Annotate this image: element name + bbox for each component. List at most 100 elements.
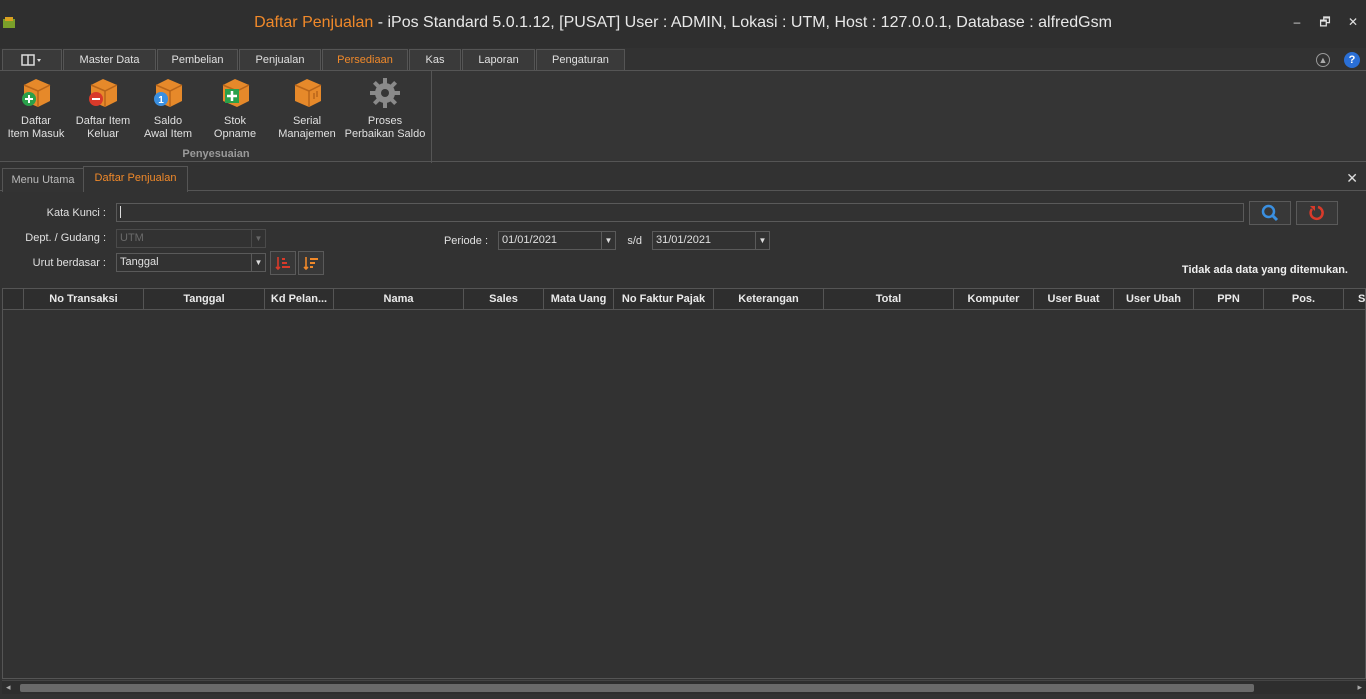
column-header[interactable]: S [1344,289,1365,309]
close-tab-icon[interactable]: ✕ [1346,170,1358,187]
ribbon-tabs: Master Data Pembelian Penjualan Persedia… [0,49,1366,71]
minimize-button[interactable]: – [1290,14,1304,30]
ribbon-button-label: Item Masuk [7,128,65,140]
horizontal-scrollbar[interactable]: ◂ ▸ [2,680,1366,694]
app-menu-button[interactable] [2,49,62,71]
periode-to-value: 31/01/2021 [656,234,712,246]
help-icon[interactable]: ? [1344,52,1360,68]
ribbon-button-label: Proses [367,115,403,127]
saldo-awal-item-button[interactable]: 1 Saldo Awal Item [140,75,196,141]
search-button[interactable] [1249,201,1291,225]
urut-berdasar-label: Urut berdasar : [32,257,106,269]
ribbon-button-label: Awal Item [143,128,193,140]
ribbon-panel: Daftar Item Masuk Daftar Item Keluar 1 S… [0,70,1366,163]
tab-penjualan[interactable]: Penjualan [239,49,321,71]
tab-persediaan[interactable]: Persediaan [322,49,408,71]
box-number-icon: 1 [154,79,183,107]
serial-manajemen-button[interactable]: Serial Manajemen [276,75,338,141]
urut-berdasar-select[interactable]: Tanggal ▼ [116,253,266,272]
periode-from-date[interactable]: 01/01/2021 ▼ [498,231,616,250]
sales-table[interactable]: No Transaksi Tanggal Kd Pelan... Nama Sa… [2,288,1366,679]
column-header[interactable]: Tanggal [144,289,265,309]
reset-button[interactable] [1296,201,1338,225]
sort-ascending-icon [275,257,290,271]
tab-menu-utama[interactable]: Menu Utama [2,168,84,192]
column-header[interactable]: Kd Pelan... [265,289,334,309]
column-header[interactable]: PPN [1194,289,1264,309]
document-tabs: Menu Utama Daftar Penjualan ✕ [0,166,1366,192]
dept-gudang-value: UTM [120,232,144,244]
chevron-down-icon[interactable]: ▼ [601,232,615,249]
ribbon-button-label: Stok Opname [213,115,257,140]
ribbon-button-label: Serial [292,115,322,127]
column-header[interactable]: Sales [464,289,544,309]
tab-pembelian[interactable]: Pembelian [157,49,238,71]
window-title-app: - iPos Standard 5.0.1.12, [PUSAT] User :… [373,14,1112,31]
column-header[interactable]: User Ubah [1114,289,1194,309]
tab-master-data[interactable]: Master Data [63,49,156,71]
sort-descending-button[interactable] [298,251,324,275]
collapse-ribbon-icon[interactable]: ▲ [1316,53,1330,67]
sd-label: s/d [627,235,642,247]
column-header[interactable]: No Transaksi [24,289,144,309]
app-menu-icon [21,54,41,66]
daftar-item-masuk-button[interactable]: Daftar Item Masuk [6,75,66,141]
status-message: Tidak ada data yang ditemukan. [1181,264,1348,276]
svg-text:1: 1 [158,95,164,106]
ribbon-button-label: Daftar Item [75,115,131,127]
periode-label: Periode : [443,235,488,247]
window-title-doc: Daftar Penjualan [254,14,374,31]
refresh-icon [1309,205,1324,221]
column-header[interactable]: Keterangan [714,289,824,309]
gear-icon [370,78,400,108]
ribbon-button-label: Daftar [21,115,51,127]
tab-daftar-penjualan[interactable]: Daftar Penjualan [83,166,188,192]
scrollbar-thumb[interactable] [20,684,1254,692]
tab-laporan[interactable]: Laporan [462,49,535,71]
periode-from-value: 01/01/2021 [502,234,558,246]
sort-descending-icon [303,257,318,271]
column-header[interactable]: No Faktur Pajak [614,289,714,309]
title-bar: Daftar Penjualan - iPos Standard 5.0.1.1… [0,0,1366,48]
proses-perbaikan-saldo-button[interactable]: Proses Perbaikan Saldo [344,75,426,141]
column-header[interactable]: User Buat [1034,289,1114,309]
urut-berdasar-value: Tanggal [120,256,159,268]
tab-pengaturan[interactable]: Pengaturan [536,49,625,71]
column-header[interactable]: Total [824,289,954,309]
ribbon-button-label: Saldo [153,115,183,127]
ribbon-button-label: Manajemen [278,128,336,140]
table-header: No Transaksi Tanggal Kd Pelan... Nama Sa… [3,289,1365,310]
ribbon-button-label: Keluar [87,128,119,140]
column-header[interactable]: Mata Uang [544,289,614,309]
search-icon [1261,204,1279,222]
sort-ascending-button[interactable] [270,251,296,275]
periode-to-date[interactable]: 31/01/2021 ▼ [652,231,770,250]
chevron-down-icon[interactable]: ▼ [251,254,265,271]
box-plus-icon [222,79,250,107]
row-indicator-header [3,289,24,309]
box-remove-icon [89,79,118,107]
chevron-down-icon: ▼ [251,230,265,247]
ribbon-group-penyesuaian: Daftar Item Masuk Daftar Item Keluar 1 S… [0,71,432,163]
ribbon-group-label: Penyesuaian [182,148,250,160]
text-cursor [120,206,121,219]
restore-button[interactable]: 🗗 [1318,14,1332,30]
scroll-right-icon[interactable]: ▸ [1357,682,1362,693]
window-title: Daftar Penjualan - iPos Standard 5.0.1.1… [0,14,1366,32]
box-add-icon [22,79,51,107]
column-header[interactable]: Nama [334,289,464,309]
column-header[interactable]: Komputer [954,289,1034,309]
dept-gudang-select: UTM ▼ [116,229,266,248]
kata-kunci-input[interactable] [116,203,1244,222]
column-header[interactable]: Pos. [1264,289,1344,309]
close-button[interactable]: ✕ [1346,14,1360,30]
daftar-item-keluar-button[interactable]: Daftar Item Keluar [72,75,134,141]
kata-kunci-label: Kata Kunci : [46,207,106,219]
ribbon-button-label: Perbaikan Saldo [344,128,426,140]
chevron-down-icon[interactable]: ▼ [755,232,769,249]
tab-kas[interactable]: Kas [409,49,461,71]
box-icon [294,79,322,107]
scroll-left-icon[interactable]: ◂ [6,682,11,693]
stok-opname-button[interactable]: Stok Opname [202,75,268,141]
dept-gudang-label: Dept. / Gudang : [25,232,106,244]
